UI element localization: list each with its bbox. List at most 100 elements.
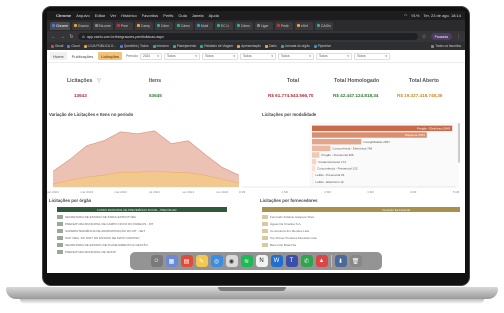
bookmark-item[interactable]: Zaelo xyxy=(264,44,277,48)
list-item[interactable]: SUP. REG. DO DNIT NO ESTADO DE MATO GROS… xyxy=(57,234,227,241)
spotify-icon[interactable]: ≋ xyxy=(240,255,253,267)
tab-home[interactable]: Home xyxy=(50,52,67,60)
battery-status[interactable]: 91% xyxy=(411,13,419,18)
area-chart: jan 2024 mar 2024 mai 2024 jul 2024 set 2024… xyxy=(47,130,240,194)
forward-icon[interactable]: → xyxy=(60,34,65,40)
bookmark-icon xyxy=(200,44,204,48)
browser-tab[interactable]: Cânn xyxy=(154,21,173,30)
browser-tab[interactable]: Prne xyxy=(114,21,133,30)
bar-data-label: Concorrência - Eletrônica 768 xyxy=(332,147,372,151)
tab-licitacoes[interactable]: Licitações xyxy=(98,52,123,60)
list-item-label: SECRETARIA DE ESTADO DE INFRA-ESTRUTURA xyxy=(65,214,136,219)
calendar-icon[interactable]: ▤ xyxy=(180,255,193,267)
list-item-label: Águas Da Cinelina S.A. xyxy=(270,221,302,226)
all-bookmarks[interactable]: Todos os favoritos xyxy=(431,44,461,48)
bookmark-item[interactable]: LOJA PÚBLICA O... xyxy=(83,44,116,48)
bookmark-item[interactable]: Questões | Todos xyxy=(119,44,149,48)
filter-5[interactable]: Todos ▾ xyxy=(277,52,314,60)
word-icon[interactable]: W xyxy=(270,255,283,267)
menu-app-name[interactable]: Chrome xyxy=(56,13,71,18)
filter-icon[interactable]: ▽ xyxy=(97,78,101,84)
list-item-label: Fernando Fidelnio Gaspare Silva xyxy=(270,214,314,219)
bookmark-item[interactable]: Planejamento xyxy=(172,44,196,48)
bookmark-item[interactable]: Gmail xyxy=(51,44,63,48)
menu-perfis[interactable]: Perfis xyxy=(163,13,173,18)
bookmark-item[interactable]: Relatório de Viagem xyxy=(200,44,233,48)
chevron-down-icon: ▾ xyxy=(271,54,273,58)
browser-tab[interactable]: Ligar xyxy=(254,21,273,30)
list-item[interactable]: PREFEITURA MUNICIPAL DE CAMPO NOVO DO PA… xyxy=(57,220,227,227)
finder-icon[interactable]: ☺ xyxy=(150,255,163,267)
list-item[interactable]: Banco Do Brasil Sa xyxy=(262,241,460,248)
back-icon[interactable]: ← xyxy=(51,34,56,40)
downloads-icon[interactable]: ⬇ xyxy=(334,255,347,267)
list-item[interactable]: Top Printer Produtos Musicais Ltda xyxy=(262,234,460,241)
x-tick-label: 1 Mil xyxy=(282,190,289,194)
bar-data-label: Dispensa 4784 xyxy=(405,133,425,137)
tab-label: Prne xyxy=(120,23,129,28)
menu-guia[interactable]: Guia xyxy=(178,13,186,18)
list-item[interactable]: Águas Da Cinelina S.A. xyxy=(262,220,460,227)
menu-arquivo[interactable]: Arquivo xyxy=(76,13,90,18)
site-info-icon[interactable]: ⊙ xyxy=(82,35,85,39)
whatsapp-icon[interactable]: ✆ xyxy=(300,255,313,267)
bookmark-item[interactable]: Jornada do órgão xyxy=(280,44,310,48)
menu-dots-icon[interactable]: ⋮ xyxy=(456,34,461,40)
favicon-icon xyxy=(256,24,260,27)
list-item[interactable]: SECRETARIA DE ESTADO DE INFRA-ESTRUTURA xyxy=(57,213,227,220)
browser-tab[interactable]: Câmn xyxy=(234,21,253,30)
url-bar[interactable]: ⊙ app.zaelo.com.br/integracoes-pemlicita… xyxy=(78,33,418,40)
bookmark-icon xyxy=(172,44,176,48)
bar-data-label: Credenciamento 174 xyxy=(318,160,346,164)
list-item[interactable]: Construtora Zm Mendes Ltda xyxy=(262,227,460,234)
browser-tab[interactable]: EC Li xyxy=(214,21,233,30)
filter-2[interactable]: Todos ▾ xyxy=(163,52,200,60)
reload-icon[interactable]: ↻ xyxy=(69,34,74,40)
browser-tab[interactable]: Camp xyxy=(134,21,153,30)
list-bar xyxy=(57,228,63,233)
chrome-icon[interactable]: ◉ xyxy=(225,255,238,267)
orgao-list: FUNDO MUNICIPAL DE PREVIDÊNCIA SOCIAL - … xyxy=(57,207,227,255)
trash-icon[interactable]: 🗑 xyxy=(349,255,362,267)
launchpad-icon[interactable]: ▦ xyxy=(165,255,178,267)
clock[interactable]: Ter, 23 de ago. 18:14 xyxy=(423,13,461,18)
notion-icon[interactable]: N xyxy=(255,255,268,267)
star-icon[interactable]: ☆ xyxy=(422,34,427,40)
menu-editar[interactable]: Editar xyxy=(95,13,105,18)
kpi-licitacoes-title: Licitações xyxy=(67,78,93,84)
tab-publicacoes[interactable]: Publicações xyxy=(69,52,97,60)
modalidade-bar xyxy=(312,158,317,165)
profile-button[interactable]: Pausada xyxy=(430,33,452,40)
filter-periodo[interactable]: 2024 ▾ xyxy=(139,52,162,60)
app-icon[interactable]: ▲ xyxy=(315,255,328,267)
menu-historico[interactable]: Histórico xyxy=(121,13,137,18)
browser-tab[interactable]: Câmn xyxy=(174,21,193,30)
menu-janela[interactable]: Janela xyxy=(192,13,204,18)
menu-ajuda[interactable]: Ajuda xyxy=(209,13,219,18)
filter-7[interactable]: Todos ▾ xyxy=(353,52,390,60)
browser-tab[interactable]: CAGIn xyxy=(314,21,334,30)
bookmark-item[interactable]: Cloud xyxy=(67,44,80,48)
menu-favoritos[interactable]: Favoritos xyxy=(142,13,158,18)
notes-icon[interactable]: ✎ xyxy=(195,255,208,267)
menu-ver[interactable]: Ver xyxy=(110,13,116,18)
wifi-icon[interactable]: ◠ xyxy=(404,13,408,18)
browser-tab[interactable]: Chrome xyxy=(50,21,71,30)
browser-tab[interactable]: eSef xyxy=(294,21,313,30)
list-item[interactable]: Fernando Fidelnio Gaspare Silva xyxy=(262,213,460,220)
list-item[interactable]: SECRETARIA DE ESTADO DE PLANEJAMENTO E G… xyxy=(57,241,227,248)
browser-tab[interactable]: Examo xyxy=(72,21,91,30)
tab-label: Mobi xyxy=(200,23,209,28)
teams-icon[interactable]: T xyxy=(285,255,298,267)
browser-tab[interactable]: Eis.ume xyxy=(92,21,113,30)
bookmark-item[interactable]: Apresentação xyxy=(237,44,261,48)
safari-icon[interactable]: ◎ xyxy=(210,255,223,267)
browser-tab[interactable]: Mobi xyxy=(194,21,213,30)
filter-4[interactable]: Todos ▾ xyxy=(239,52,276,60)
filter-3[interactable]: Todos ▾ xyxy=(201,52,238,60)
bookmark-item[interactable]: Inteceon xyxy=(152,44,169,48)
browser-tab[interactable]: Pedir xyxy=(274,21,293,30)
list-item[interactable]: SUPERINTENDÊNCIA DE ADMINISTRAÇÃO DO MT … xyxy=(57,227,227,234)
bookmark-item[interactable]: Pipedrive xyxy=(313,44,331,48)
filter-6[interactable]: Todos ▾ xyxy=(315,52,352,60)
